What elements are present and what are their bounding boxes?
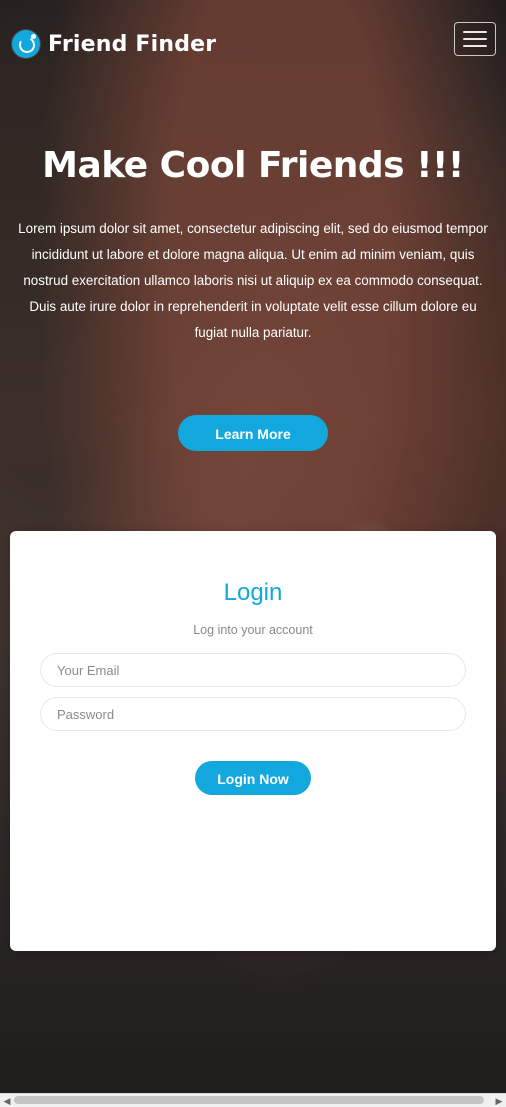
smiley-bubble-icon	[12, 30, 40, 58]
brand-logo[interactable]: Friend Finder	[12, 30, 216, 58]
login-card: Login Log into your account Login Now	[10, 531, 496, 951]
hero-section: Make Cool Friends !!! Lorem ipsum dolor …	[0, 145, 506, 451]
email-field[interactable]	[40, 653, 466, 687]
login-now-button[interactable]: Login Now	[195, 761, 311, 795]
login-title: Login	[223, 579, 283, 606]
horizontal-scrollbar[interactable]: ◀ ▶	[0, 1093, 506, 1107]
landing-page: { "header": { "brand_name": "Friend Find…	[0, 0, 506, 1107]
brand-title: Friend Finder	[48, 31, 217, 57]
top-navigation: Friend Finder	[0, 0, 506, 90]
menu-toggle-button[interactable]	[454, 22, 496, 56]
hamburger-menu-icon	[463, 45, 487, 47]
scrollbar-thumb[interactable]	[14, 1096, 484, 1104]
hero-description: Lorem ipsum dolor sit amet, consectetur …	[18, 221, 488, 340]
hamburger-menu-icon	[463, 31, 487, 33]
learn-more-button[interactable]: Learn More	[178, 415, 328, 451]
password-field[interactable]	[40, 697, 466, 731]
hamburger-menu-icon	[463, 38, 487, 40]
chevron-left-icon[interactable]: ◀	[2, 1096, 12, 1106]
chevron-right-icon[interactable]: ▶	[494, 1096, 504, 1106]
hero-title: Make Cool Friends !!!	[42, 145, 464, 186]
login-subtitle: Log into your account	[193, 623, 313, 637]
